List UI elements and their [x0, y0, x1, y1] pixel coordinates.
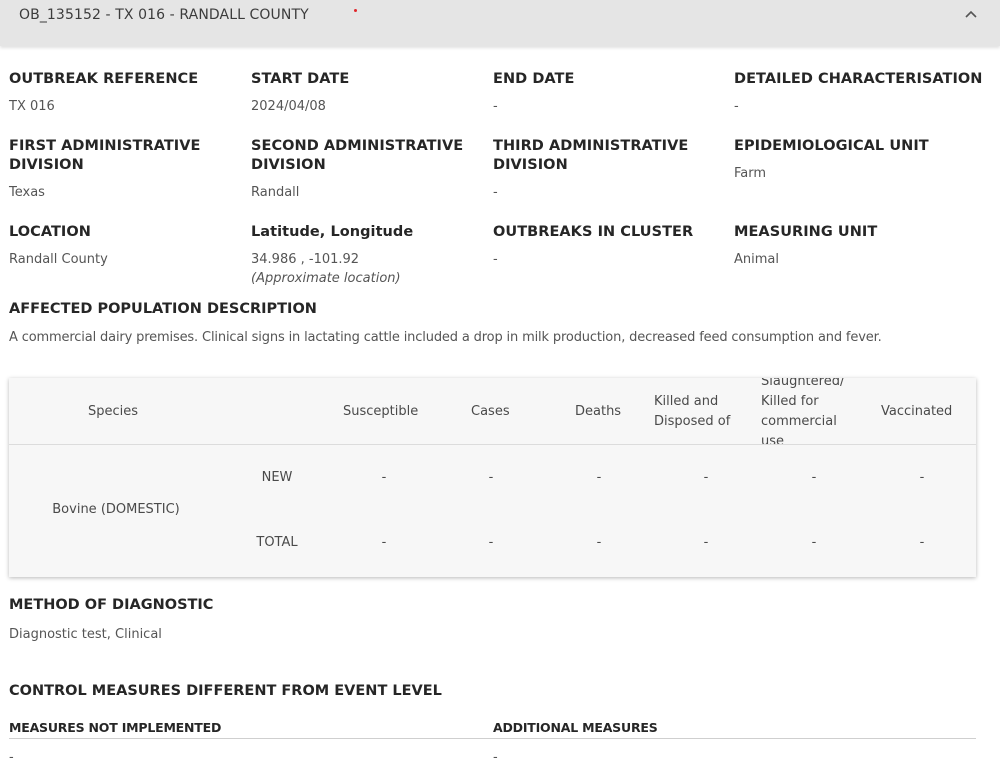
measures-divider: [9, 738, 976, 739]
col-susceptible: Susceptible: [343, 404, 419, 419]
measuring-unit-label: MEASURING UNIT: [734, 224, 878, 240]
col-vaccinated: Vaccinated: [881, 404, 953, 419]
outbreak-reference-field: OUTBREAK REFERENCE TX 016: [9, 70, 244, 116]
affected-population-text: A commercial dairy premises. Clinical si…: [9, 330, 882, 345]
total-slaughtered: -: [811, 535, 817, 550]
total-vaccinated: -: [919, 535, 925, 550]
detailed-characterisation-field: DETAILED CHARACTERISATION -: [734, 70, 996, 116]
species-table: Species Susceptible Cases Deaths Killed …: [9, 378, 976, 577]
row-total-label: TOTAL: [256, 535, 298, 550]
outbreaks-in-cluster-value: -: [493, 252, 498, 267]
col-cases: Cases: [471, 404, 510, 419]
new-killed-disposed: -: [703, 470, 709, 485]
col-species: Species: [88, 404, 139, 419]
second-admin-field: SECOND ADMINISTRATIVE DIVISION Randall: [251, 137, 466, 202]
epi-unit-value: Farm: [734, 166, 767, 181]
lat-long-field: Latitude, Longitude 34.986 , -101.92 (Ap…: [251, 223, 486, 288]
new-slaughtered: -: [811, 470, 817, 485]
start-date-field: START DATE 2024/04/08: [251, 70, 486, 116]
start-date-label: START DATE: [251, 71, 350, 87]
outbreaks-in-cluster-field: OUTBREAKS IN CLUSTER -: [493, 223, 728, 269]
outbreak-reference-label: OUTBREAK REFERENCE: [9, 71, 199, 87]
end-date-field: END DATE -: [493, 70, 728, 116]
approximate-location-note: (Approximate location): [251, 271, 401, 286]
location-value: Randall County: [9, 252, 108, 267]
method-of-diagnostic-label: METHOD OF DIAGNOSTIC: [9, 597, 214, 613]
third-admin-value: -: [493, 185, 498, 200]
end-date-value: -: [493, 99, 498, 114]
outbreak-header[interactable]: OB_135152 - TX 016 - RANDALL COUNTY: [0, 0, 1000, 46]
total-cases: -: [488, 535, 494, 550]
detailed-characterisation-label: DETAILED CHARACTERISATION: [734, 71, 983, 87]
detailed-characterisation-value: -: [734, 99, 739, 114]
lat-long-label: Latitude, Longitude: [251, 224, 414, 240]
new-vaccinated: -: [919, 470, 925, 485]
measures-not-implemented-label: MEASURES NOT IMPLEMENTED: [9, 720, 222, 735]
control-measures-label: CONTROL MEASURES DIFFERENT FROM EVENT LE…: [9, 683, 442, 699]
status-dot: [354, 9, 357, 12]
second-admin-value: Randall: [251, 185, 300, 200]
new-deaths: -: [596, 470, 602, 485]
header-divider: [9, 444, 976, 445]
affected-population-label: AFFECTED POPULATION DESCRIPTION: [9, 301, 317, 317]
location-label: LOCATION: [9, 224, 91, 240]
outbreaks-in-cluster-label: OUTBREAKS IN CLUSTER: [493, 224, 694, 240]
row-new-label: NEW: [261, 470, 293, 485]
chevron-up-icon[interactable]: [963, 6, 979, 20]
first-admin-value: Texas: [9, 185, 45, 200]
total-deaths: -: [596, 535, 602, 550]
second-admin-label: SECOND ADMINISTRATIVE DIVISION: [251, 138, 464, 173]
third-admin-field: THIRD ADMINISTRATIVE DIVISION -: [493, 137, 693, 202]
species-cell: Bovine (DOMESTIC): [52, 502, 180, 517]
measures-not-implemented-value: -: [9, 750, 14, 765]
epi-unit-field: EPIDEMIOLOGICAL UNIT Farm: [734, 137, 996, 183]
measuring-unit-value: Animal: [734, 252, 779, 267]
total-susceptible: -: [381, 535, 387, 550]
third-admin-label: THIRD ADMINISTRATIVE DIVISION: [493, 138, 689, 173]
epi-unit-label: EPIDEMIOLOGICAL UNIT: [734, 138, 929, 154]
additional-measures-label: ADDITIONAL MEASURES: [493, 720, 658, 735]
end-date-label: END DATE: [493, 71, 575, 87]
new-cases: -: [488, 470, 494, 485]
location-field: LOCATION Randall County: [9, 223, 244, 269]
first-admin-field: FIRST ADMINISTRATIVE DIVISION Texas: [9, 137, 209, 202]
outbreak-reference-value: TX 016: [9, 99, 55, 114]
col-killed-disposed: Killed and Disposed of: [654, 394, 731, 429]
total-killed-disposed: -: [703, 535, 709, 550]
first-admin-label: FIRST ADMINISTRATIVE DIVISION: [9, 138, 201, 173]
col-slaughtered: Slaughtered/ Killed for commercial use: [761, 378, 845, 449]
col-deaths: Deaths: [575, 404, 622, 419]
outbreak-title: OB_135152 - TX 016 - RANDALL COUNTY: [19, 7, 309, 23]
new-susceptible: -: [381, 470, 387, 485]
lat-long-value: 34.986 , -101.92: [251, 252, 360, 267]
start-date-value: 2024/04/08: [251, 99, 326, 114]
method-of-diagnostic-value: Diagnostic test, Clinical: [9, 627, 162, 642]
additional-measures-value: -: [493, 750, 498, 765]
measuring-unit-field: MEASURING UNIT Animal: [734, 223, 969, 269]
